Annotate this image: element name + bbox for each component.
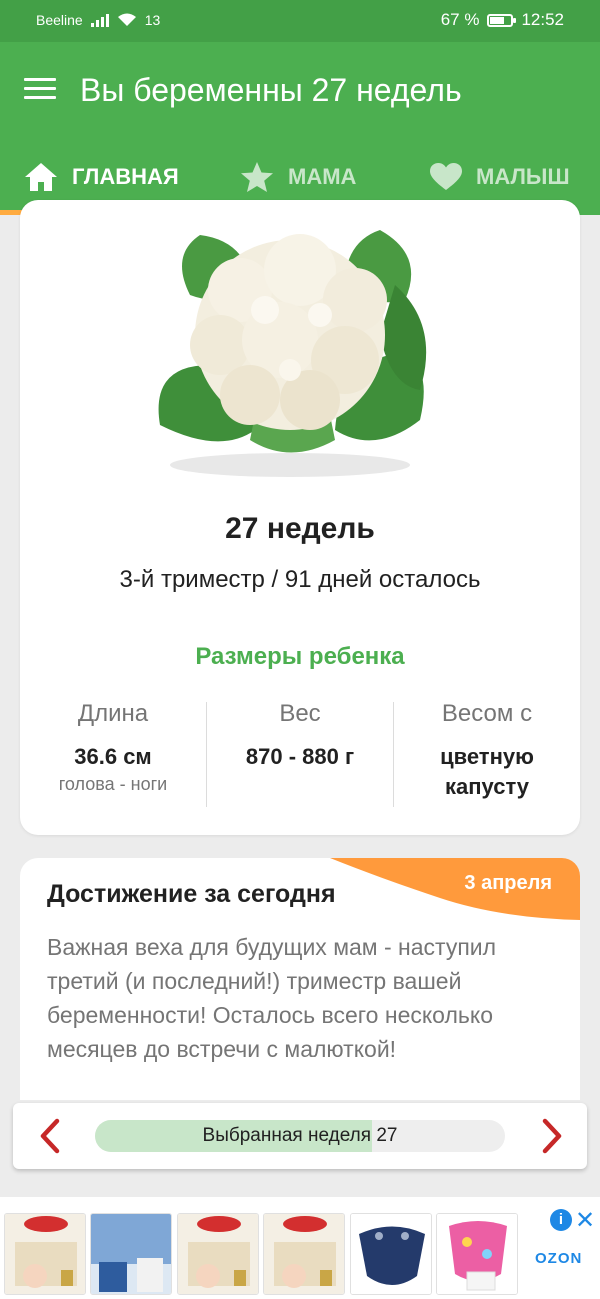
achievement-card: 3 апреля Достижение за сегодня Важная ве… — [20, 858, 580, 1100]
tab-baby-label: МАЛЫШ — [476, 163, 570, 189]
date-badge: 3 апреля — [330, 858, 580, 920]
wifi-icon — [117, 13, 136, 26]
size-weight-value: 870 - 880 г — [245, 744, 355, 769]
status-left: Beeline 13 — [36, 12, 160, 28]
selected-week-label: Выбранная неделя 27 — [202, 1125, 398, 1146]
size-length-value: 36.6 см — [74, 744, 152, 769]
chevron-left-icon[interactable] — [33, 1117, 69, 1155]
star-icon — [241, 161, 273, 192]
ad-item-huggies[interactable] — [4, 1213, 86, 1295]
hamburger-icon[interactable] — [24, 78, 56, 102]
size-length-label: Длина — [77, 700, 149, 727]
signal-icon — [90, 13, 109, 27]
home-icon — [25, 162, 57, 191]
size-compare-value: цветную капусту — [440, 744, 534, 799]
chevron-right-icon[interactable] — [533, 1117, 569, 1155]
ad-item-huggies[interactable] — [263, 1213, 345, 1295]
size-compare-label: Весом с — [441, 700, 533, 727]
achievement-date: 3 апреля — [464, 872, 552, 894]
ad-banner: i ✕ OZON — [0, 1197, 600, 1299]
ad-brand[interactable]: OZON — [535, 1250, 582, 1267]
size-length-note: голова - ноги — [58, 774, 168, 794]
clock: 12:52 — [521, 10, 564, 29]
info-icon[interactable]: i — [550, 1209, 572, 1231]
baby-sizes-heading: Размеры ребенка — [195, 643, 405, 670]
battery-icon — [487, 13, 517, 27]
tab-mama-label: МАМА — [288, 163, 357, 189]
close-icon[interactable]: ✕ — [575, 1206, 595, 1235]
week-selector: Выбранная неделя 27 — [13, 1103, 587, 1169]
size-compare: Весом с цветную капусту — [394, 700, 580, 802]
ad-item-huggies[interactable] — [177, 1213, 259, 1295]
status-right: 67 % 12:52 — [441, 10, 564, 30]
wifi-speed: 13 — [144, 12, 161, 28]
week-progress-bar[interactable]: Выбранная неделя 27 — [95, 1120, 505, 1152]
battery-percent: 67 % — [440, 10, 480, 29]
carrier-name: Beeline — [36, 12, 83, 28]
status-bar: Beeline 13 67 % 12:52 — [0, 0, 600, 42]
ad-item-veronese[interactable] — [90, 1213, 172, 1295]
heart-icon — [430, 162, 462, 190]
week-card: 27 недель 3-й триместр / 91 дней осталос… — [20, 200, 580, 835]
trimester-info: 3-й триместр / 91 дней осталось — [119, 566, 481, 593]
achievement-title: Достижение за сегодня — [47, 880, 336, 908]
size-length: Длина 36.6 см голова - ноги — [20, 700, 206, 795]
achievement-text: Важная веха для будущих мам - наступил т… — [47, 934, 497, 1062]
size-weight: Вес 870 - 880 г — [207, 700, 393, 772]
page-title: Вы беременны 27 недель — [80, 72, 462, 108]
week-title: 27 недель — [225, 512, 375, 545]
ad-item-cloth-diaper[interactable] — [350, 1213, 432, 1295]
app-bar: Вы беременны 27 недель — [0, 42, 600, 138]
cauliflower-image — [158, 230, 427, 477]
size-weight-label: Вес — [279, 700, 321, 727]
tab-home-label: ГЛАВНАЯ — [72, 163, 179, 189]
ad-item-diaper[interactable] — [436, 1213, 518, 1295]
